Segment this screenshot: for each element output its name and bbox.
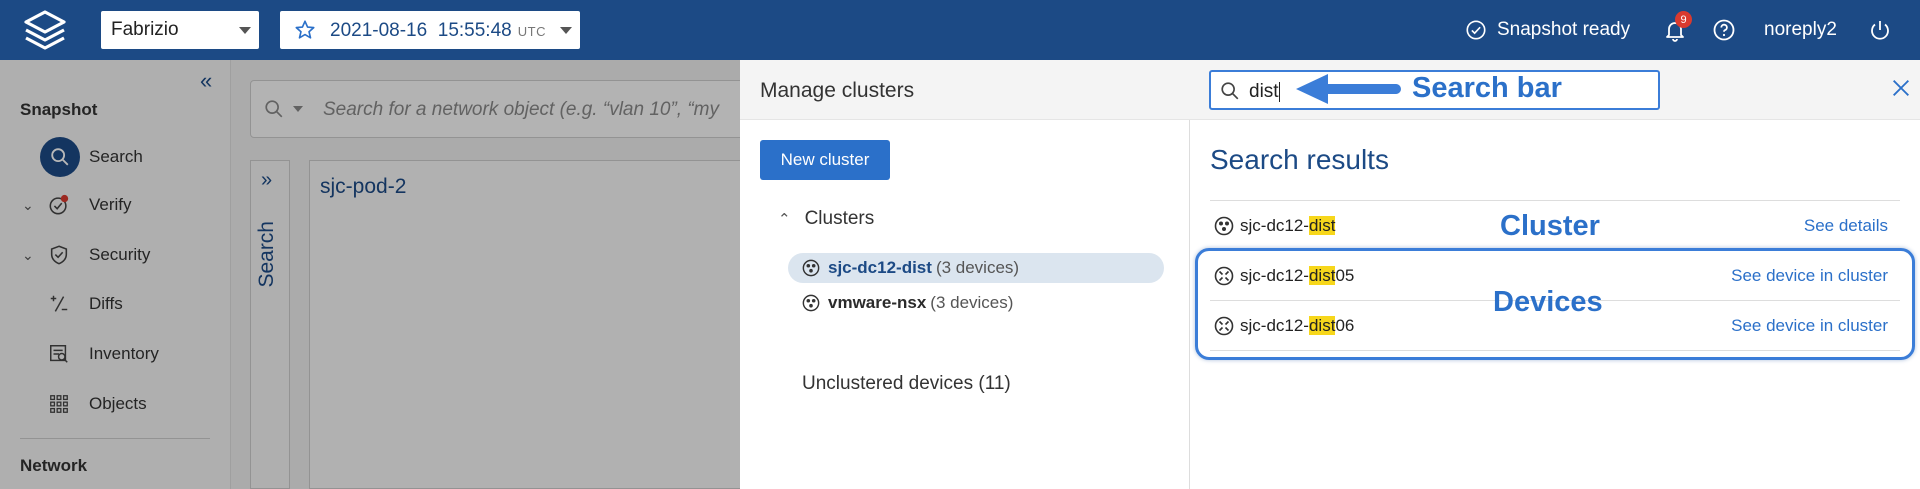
user-menu[interactable]: noreply2 <box>1764 0 1837 60</box>
cluster-device-count: (3 devices) <box>935 258 1020 277</box>
cluster-item[interactable]: vmware-nsx (3 devices) <box>788 288 1164 318</box>
app-logo-icon[interactable] <box>18 9 72 51</box>
cluster-name: vmware-nsx <box>828 293 927 312</box>
user-name: noreply2 <box>1764 19 1837 40</box>
clusters-heading: Clusters <box>804 208 875 229</box>
snapshot-time: 15:55:48 <box>437 20 512 41</box>
search-value: dist <box>1249 81 1280 103</box>
chevron-up-icon[interactable]: ⌃ <box>778 211 791 228</box>
clusters-pane: New cluster ⌃ Clusters sjc-dc12-dist (3 d… <box>740 120 1190 489</box>
snapshot-select[interactable]: 2021-08-16 15:55:48 UTC <box>280 11 580 49</box>
modal-backdrop[interactable] <box>0 60 740 489</box>
result-name: sjc-dc12-dist <box>1240 216 1336 236</box>
check-circle-icon <box>1466 20 1486 40</box>
annotation-devices: Devices <box>1493 286 1603 318</box>
cluster-icon <box>802 259 820 277</box>
chevron-down-icon <box>560 27 572 34</box>
snapshot-datetime: 2021-08-16 15:55:48 UTC <box>330 20 546 42</box>
unclustered-devices[interactable]: Unclustered devices (11) <box>802 373 1011 395</box>
result-name-prefix: sjc-dc12- <box>1240 216 1309 235</box>
cluster-icon <box>802 294 820 312</box>
top-bar: Fabrizio 2021-08-16 15:55:48 UTC Snapshot… <box>0 0 1920 60</box>
snapshot-status: Snapshot ready <box>1465 0 1630 60</box>
new-cluster-button[interactable]: New cluster <box>760 140 890 180</box>
power-icon[interactable] <box>1868 18 1892 42</box>
help-icon[interactable] <box>1712 18 1736 42</box>
result-name-match: dist <box>1308 216 1336 235</box>
cluster-device-count: (3 devices) <box>930 293 1014 312</box>
timezone-label: UTC <box>517 24 546 39</box>
chevron-down-icon <box>239 27 251 34</box>
annotation-arrow-icon <box>1296 74 1401 104</box>
star-icon[interactable] <box>294 19 316 41</box>
cluster-name: sjc-dc12-dist <box>828 258 932 277</box>
workspace-value: Fabrizio <box>111 19 179 40</box>
status-text: Snapshot ready <box>1497 19 1631 40</box>
annotation-cluster: Cluster <box>1500 210 1600 242</box>
cluster-item[interactable]: sjc-dc12-dist (3 devices) <box>788 253 1164 283</box>
notification-badge: 9 <box>1675 11 1692 28</box>
search-icon <box>1221 82 1239 100</box>
see-details-link[interactable]: See details <box>1804 216 1888 236</box>
search-value-text: dist <box>1249 81 1279 102</box>
annotation-search-bar: Search bar <box>1412 72 1562 104</box>
search-results-title: Search results <box>1210 144 1389 175</box>
cluster-icon <box>1214 216 1234 236</box>
text-cursor <box>1278 81 1280 102</box>
clusters-tree-header[interactable]: ⌃ Clusters <box>778 208 874 230</box>
snapshot-date: 2021-08-16 <box>330 20 428 41</box>
close-icon[interactable] <box>1890 77 1912 99</box>
workspace-select[interactable]: Fabrizio <box>101 11 259 49</box>
dialog-title: Manage clusters <box>760 79 915 102</box>
notifications-button[interactable]: 9 <box>1663 11 1692 42</box>
